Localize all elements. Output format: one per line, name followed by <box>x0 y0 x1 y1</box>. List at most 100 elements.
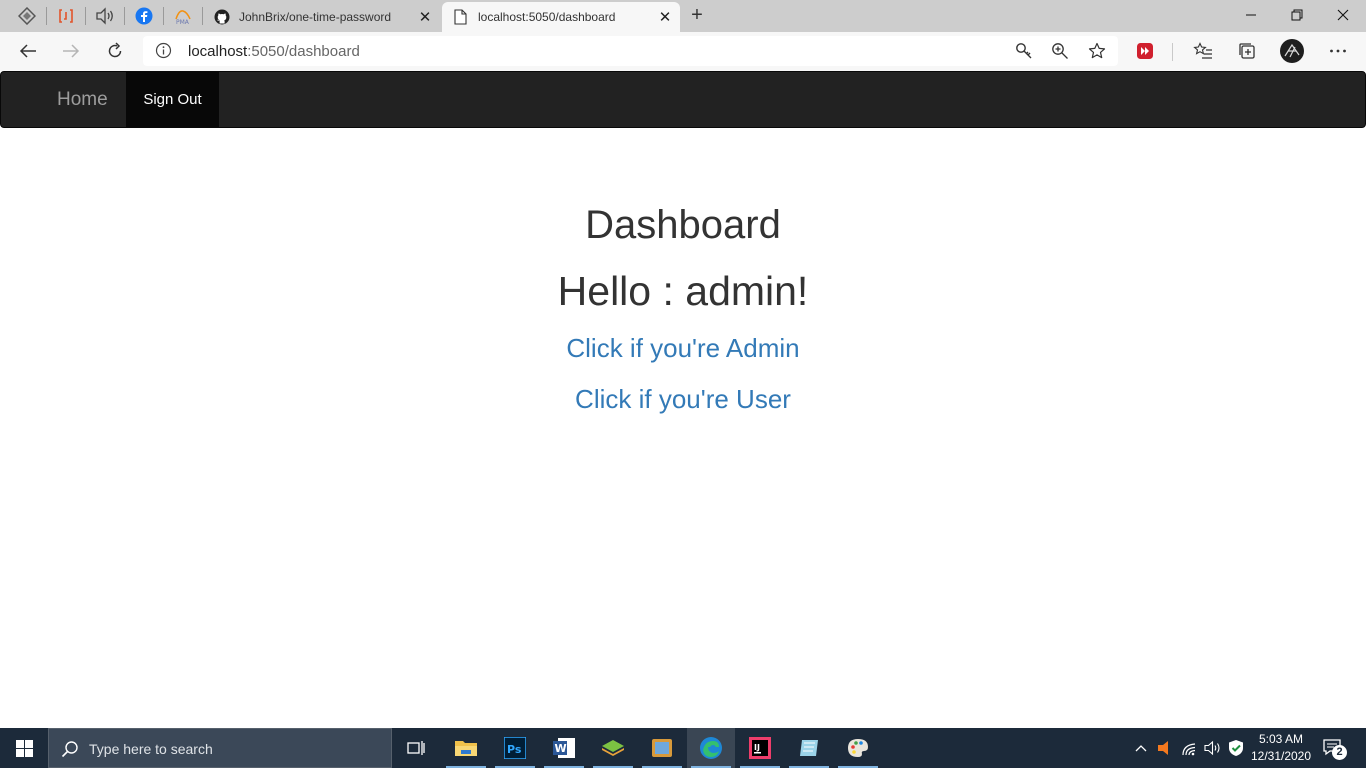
wifi-icon <box>1182 743 1196 756</box>
tab-separator <box>85 7 86 25</box>
address-bar[interactable]: localhost:5050/dashboard <box>143 36 1118 66</box>
facebook-icon <box>135 7 153 25</box>
word-icon: W <box>553 738 575 758</box>
photo-app-icon <box>652 739 672 757</box>
pinned-tab-2[interactable] <box>52 4 80 28</box>
extension-button[interactable] <box>1130 36 1160 66</box>
pinned-tab-3[interactable] <box>91 4 119 28</box>
paint-app[interactable] <box>834 728 882 768</box>
collections-icon <box>1239 43 1255 59</box>
screen: PMA JohnBrix/one-time-password ✕ localho… <box>0 0 1366 768</box>
tab-separator <box>46 7 47 25</box>
show-hidden-icons-button[interactable] <box>1132 728 1150 768</box>
intellij-icon: IJ <box>749 737 771 759</box>
search-placeholder: Type here to search <box>89 741 213 757</box>
forward-arrow-icon <box>63 44 80 58</box>
start-button[interactable] <box>0 728 48 768</box>
restore-button[interactable] <box>1274 0 1320 30</box>
network-button[interactable] <box>1180 728 1200 768</box>
chevron-up-icon <box>1135 745 1147 752</box>
clock-time: 5:03 AM <box>1258 732 1304 746</box>
user-link[interactable]: Click if you're User <box>0 384 1366 415</box>
speaker-icon <box>96 7 113 25</box>
diamond-logo-icon <box>18 7 36 25</box>
new-tab-button[interactable]: + <box>684 4 710 28</box>
task-view-icon <box>407 741 425 755</box>
file-explorer-app[interactable] <box>442 728 490 768</box>
close-window-button[interactable] <box>1320 0 1366 30</box>
search-icon <box>61 741 78 758</box>
url-path: :5050/dashboard <box>247 43 360 60</box>
pinned-tab-phpmyadmin[interactable]: PMA <box>169 4 197 28</box>
task-view-button[interactable] <box>392 728 440 768</box>
toolbar-divider <box>1172 43 1173 61</box>
favorite-star-icon[interactable] <box>1088 42 1106 60</box>
photoshop-app[interactable]: Ps <box>491 728 539 768</box>
tab-title: JohnBrix/one-time-password <box>239 10 392 24</box>
close-icon <box>1337 9 1349 21</box>
greeting-heading: Hello : admin! <box>557 268 809 314</box>
security-button[interactable] <box>1226 728 1246 768</box>
notification-count-badge: 2 <box>1332 745 1347 760</box>
note-pad-icon <box>800 740 818 756</box>
restore-icon <box>1291 9 1303 21</box>
refresh-button[interactable] <box>100 36 130 66</box>
intellij-app[interactable]: IJ <box>736 728 784 768</box>
volume-button[interactable] <box>1203 728 1223 768</box>
favorites-list-icon <box>1193 42 1212 59</box>
minimize-icon <box>1246 14 1256 16</box>
image-viewer-app[interactable] <box>638 728 686 768</box>
clock-date: 12/31/2020 <box>1250 749 1312 763</box>
page-title: Dashboard <box>585 203 781 247</box>
back-button[interactable] <box>13 36 43 66</box>
key-icon[interactable] <box>1015 42 1033 60</box>
folder-icon <box>455 741 477 756</box>
refresh-icon <box>108 42 122 58</box>
nav-home-link[interactable]: Home <box>57 89 108 111</box>
word-app[interactable]: W <box>540 728 588 768</box>
edge-browser-icon <box>700 737 722 759</box>
browser-toolbar: localhost:5050/dashboard <box>0 32 1366 71</box>
photoshop-icon: Ps <box>504 737 526 759</box>
site-navbar: Home Sign Out <box>0 71 1366 128</box>
tab-separator <box>124 7 125 25</box>
admin-link[interactable]: Click if you're Admin <box>0 333 1366 364</box>
page-content: Dashboard Hello : admin! Click if you're… <box>0 128 1366 728</box>
close-tab-icon[interactable]: ✕ <box>656 8 674 26</box>
layers-app[interactable] <box>589 728 637 768</box>
svg-text:IJ: IJ <box>754 743 760 752</box>
tab-title: localhost:5050/dashboard <box>478 10 616 24</box>
svg-text:W: W <box>555 742 567 755</box>
sign-out-link[interactable]: Sign Out <box>126 72 219 127</box>
forward-button[interactable] <box>56 36 86 66</box>
notes-app[interactable] <box>785 728 833 768</box>
pinned-tab-1[interactable] <box>13 4 41 28</box>
shield-check-icon <box>1229 740 1243 756</box>
media-player-tray-icon <box>1158 741 1168 755</box>
github-icon <box>214 9 230 25</box>
zoom-in-icon[interactable] <box>1051 42 1069 60</box>
paint-palette-icon <box>848 739 868 757</box>
favorites-button[interactable] <box>1188 36 1218 66</box>
url-host: localhost <box>188 43 248 60</box>
action-center-button[interactable]: 2 <box>1322 737 1347 762</box>
taskbar-search-box[interactable]: Type here to search <box>48 728 392 768</box>
phpmyadmin-icon: PMA <box>175 10 191 25</box>
tab-separator <box>163 7 164 25</box>
minimize-button[interactable] <box>1228 0 1274 30</box>
settings-menu-button[interactable] <box>1323 36 1353 66</box>
windows-taskbar: Type here to search Ps W IJ 5:03 AM 12/3… <box>0 728 1366 768</box>
extension-red-icon <box>1137 43 1153 59</box>
profile-button[interactable] <box>1277 36 1307 66</box>
tab-separator <box>202 7 203 25</box>
close-tab-icon[interactable]: ✕ <box>416 8 434 26</box>
tab-dashboard[interactable]: localhost:5050/dashboard ✕ <box>442 2 680 32</box>
pinned-tab-facebook[interactable] <box>130 4 158 28</box>
edge-app[interactable] <box>687 728 735 768</box>
info-icon[interactable] <box>155 42 172 59</box>
tray-app-button[interactable] <box>1154 728 1172 768</box>
tab-github[interactable]: JohnBrix/one-time-password ✕ <box>204 2 440 32</box>
clock[interactable]: 5:03 AM 12/31/2020 <box>1248 731 1314 765</box>
bracket-logo-icon <box>59 9 73 23</box>
collections-button[interactable] <box>1232 36 1262 66</box>
